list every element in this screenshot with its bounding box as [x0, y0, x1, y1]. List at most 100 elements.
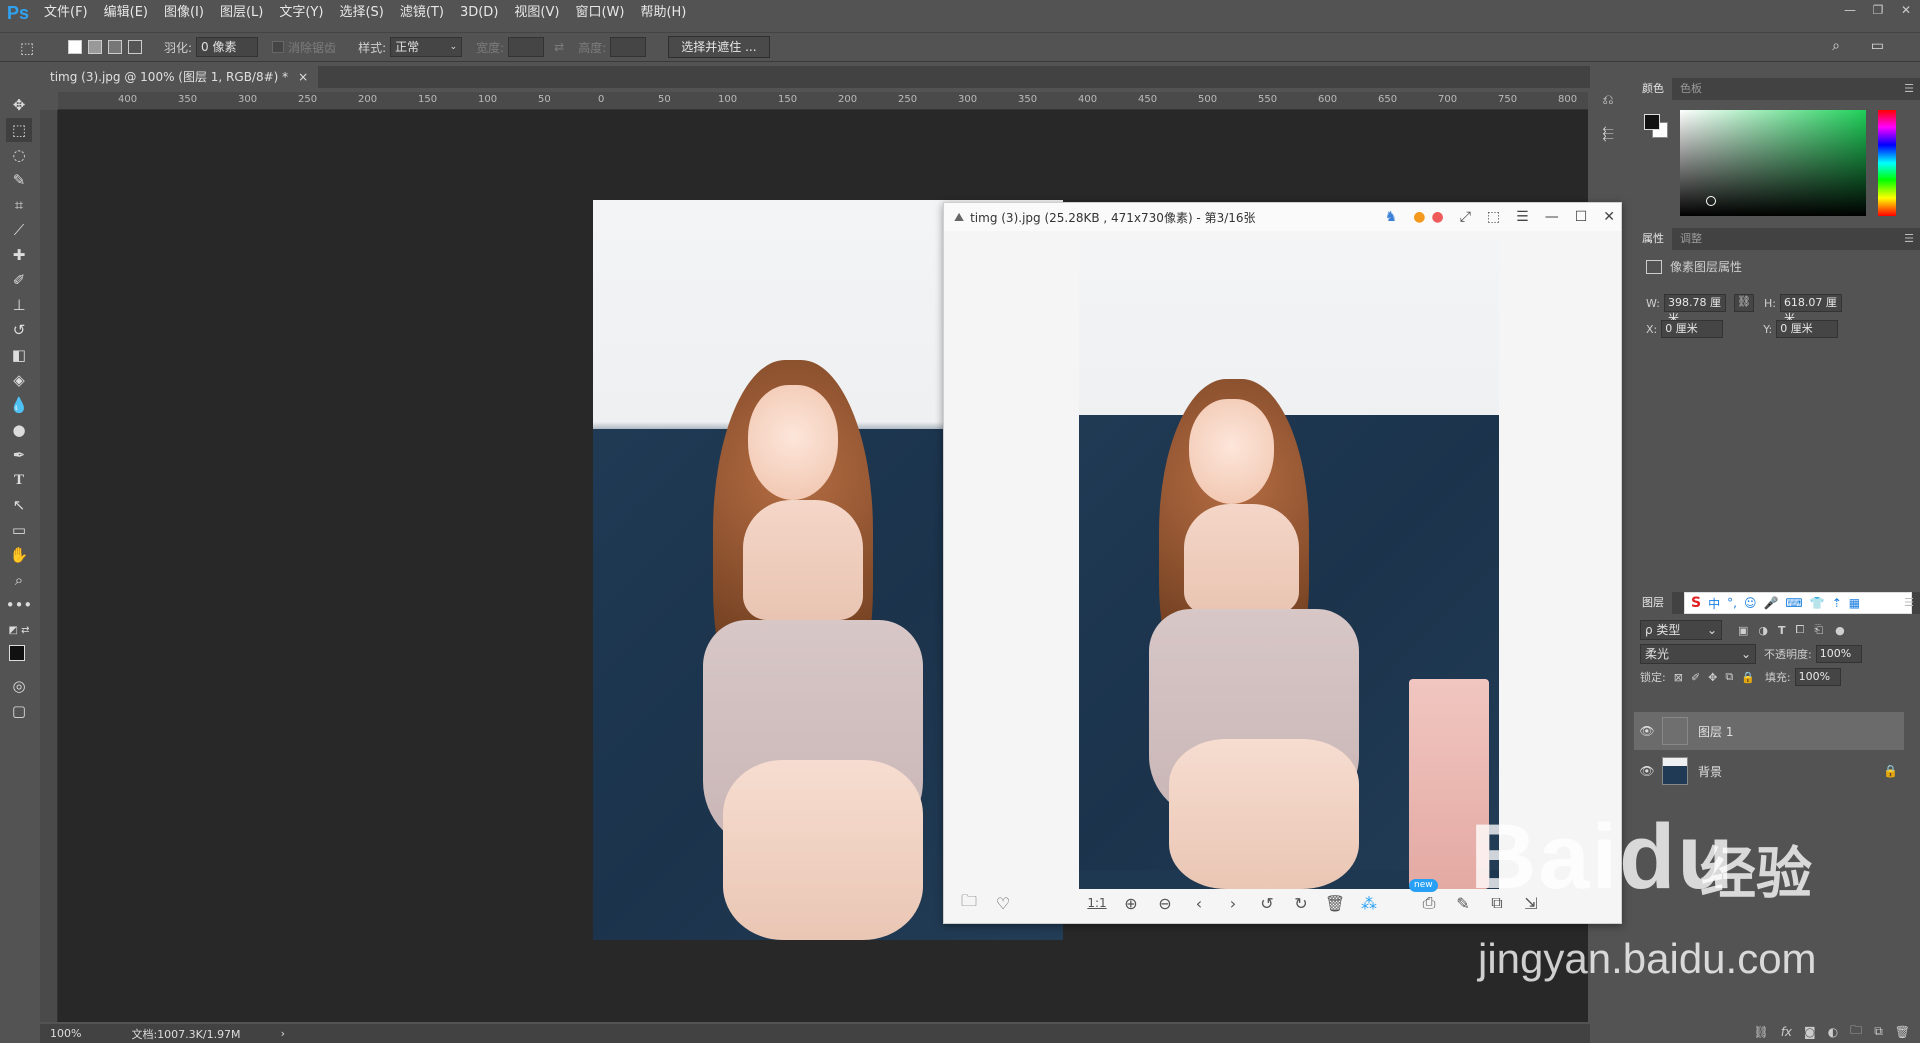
status-arrow-icon[interactable]: › — [281, 1027, 285, 1040]
quick-mask-icon[interactable]: ◎ — [6, 674, 32, 698]
minimize-icon[interactable]: — — [1836, 0, 1864, 20]
eyedropper-tool-icon[interactable]: ⟋ — [6, 218, 32, 242]
opacity-input[interactable]: 100% — [1815, 645, 1862, 663]
width-input[interactable] — [508, 37, 545, 57]
foreground-color-swatch[interactable] — [9, 645, 25, 661]
x-input[interactable]: 0 厘米 — [1661, 320, 1724, 338]
paint-bucket-tool-icon[interactable]: ◈ — [6, 368, 32, 392]
tool-badge-icon[interactable]: ● — [1413, 209, 1425, 225]
zoom-in-icon[interactable]: ⊕ — [1114, 894, 1148, 913]
viewer-minimize-icon[interactable]: — — [1545, 209, 1559, 225]
history-panel-icon[interactable]: ⎌ — [1596, 88, 1620, 112]
lock-pixels-icon[interactable]: ✐ — [1691, 671, 1700, 684]
tab-layers[interactable]: 图层 — [1634, 592, 1672, 614]
apps-icon[interactable]: ⁂ — [1352, 894, 1386, 913]
default-colors-icon[interactable]: ◩ ⇄ — [6, 618, 32, 642]
print-icon[interactable]: ⎙ — [1412, 893, 1446, 913]
ime-keyboard-icon[interactable]: ⌨ — [1785, 596, 1802, 610]
add-mask-icon[interactable]: ◙ — [1804, 1025, 1816, 1039]
eraser-tool-icon[interactable]: ◧ — [6, 343, 32, 367]
feather-input[interactable]: 0 像素 — [196, 37, 259, 57]
fullscreen-icon[interactable]: ⤢ — [1460, 209, 1471, 225]
rotate-right-icon[interactable]: ↻ — [1284, 894, 1318, 913]
fx-icon[interactable]: fx — [1781, 1025, 1792, 1039]
hue-slider[interactable] — [1878, 110, 1896, 216]
zoom-out-icon[interactable]: ⊖ — [1148, 894, 1182, 913]
open-folder-icon[interactable]: 🗀 — [952, 890, 986, 917]
rotate-left-icon[interactable]: ↺ — [1250, 894, 1284, 913]
ime-skin-icon[interactable]: 👕 — [1810, 596, 1825, 610]
subtract-selection-icon[interactable] — [108, 40, 122, 54]
tab-properties[interactable]: 属性 — [1634, 228, 1672, 250]
filter-pixel-icon[interactable]: ▣ — [1738, 624, 1748, 637]
menu-layer[interactable]: 图层(L) — [212, 0, 271, 26]
height-input[interactable] — [610, 37, 647, 57]
menu-view[interactable]: 视图(V) — [506, 0, 567, 26]
intersect-selection-icon[interactable] — [128, 40, 142, 54]
pen-tool-icon[interactable]: ✒ — [6, 443, 32, 467]
color-fg-swatch[interactable] — [1644, 114, 1660, 130]
previous-icon[interactable]: ‹ — [1182, 894, 1216, 913]
close-icon[interactable]: ✕ — [1892, 0, 1920, 20]
adjustment-layer-icon[interactable]: ◐ — [1828, 1025, 1838, 1039]
ime-upload-icon[interactable]: ⇡ — [1832, 596, 1842, 610]
lock-all-icon[interactable]: 🔒 — [1741, 671, 1755, 684]
crop-tool-icon[interactable]: ⌗ — [6, 193, 32, 217]
menu-image[interactable]: 图像(I) — [156, 0, 212, 26]
menu-help[interactable]: 帮助(H) — [632, 0, 694, 26]
swap-icon[interactable]: ⇄ — [554, 40, 564, 54]
rectangle-tool-icon[interactable]: ▭ — [6, 518, 32, 542]
zoom-level[interactable]: 100% — [50, 1027, 81, 1040]
viewer-close-icon[interactable]: ✕ — [1603, 209, 1615, 225]
ime-emoji-icon[interactable]: ☺ — [1744, 596, 1757, 610]
new-layer-icon[interactable]: ⧉ — [1874, 1024, 1883, 1039]
ime-chinese-mode[interactable]: 中 — [1708, 595, 1720, 612]
next-icon[interactable]: › — [1216, 894, 1250, 913]
tab-swatches[interactable]: 色板 — [1672, 78, 1710, 100]
history-brush-tool-icon[interactable]: ↺ — [6, 318, 32, 342]
more-tools-icon[interactable]: ••• — [6, 593, 33, 617]
lock-position-icon[interactable]: ✥ — [1708, 671, 1717, 684]
link-icon[interactable]: ⛓ — [1733, 294, 1754, 312]
antialias-checkbox[interactable] — [272, 41, 285, 53]
menu-type[interactable]: 文字(Y) — [271, 0, 331, 26]
favorite-icon[interactable]: ♡ — [986, 894, 1020, 913]
fill-input[interactable]: 100% — [1794, 668, 1841, 686]
visibility-eye-icon[interactable]: 👁 — [1634, 764, 1660, 778]
y-input[interactable]: 0 厘米 — [1776, 320, 1839, 338]
workspace-icon[interactable]: ▭ — [1871, 38, 1884, 54]
brush-tool-icon[interactable]: ✐ — [6, 268, 32, 292]
menu-3d[interactable]: 3D(D) — [452, 0, 506, 26]
delete-layer-icon[interactable]: 🗑 — [1895, 1025, 1910, 1039]
color-picker-field[interactable] — [1680, 110, 1866, 216]
menu-file[interactable]: 文件(F) — [36, 0, 96, 26]
zoom-tool-icon[interactable]: ⌕ — [6, 568, 32, 592]
move-tool-icon[interactable]: ✥ — [6, 93, 32, 117]
filter-shape-icon[interactable]: ⧠ — [1796, 623, 1805, 637]
new-group-icon[interactable]: 🗀 — [1850, 1021, 1862, 1042]
lock-transparent-icon[interactable]: ⊠ — [1674, 671, 1683, 684]
color-swatches[interactable] — [6, 643, 32, 673]
link-layers-icon[interactable]: ⛓ — [1753, 1025, 1768, 1039]
lasso-tool-icon[interactable]: ◌ — [6, 143, 32, 167]
lock-artboard-icon[interactable]: ⧉ — [1725, 670, 1733, 684]
actual-size-button[interactable]: 1:1 — [1080, 896, 1114, 910]
new-selection-icon[interactable] — [68, 40, 82, 54]
menu-window[interactable]: 窗口(W) — [567, 0, 632, 26]
menu-edit[interactable]: 编辑(E) — [96, 0, 156, 26]
filter-smart-icon[interactable]: ⎗ — [1814, 623, 1823, 637]
clone-stamp-tool-icon[interactable]: ⊥ — [6, 293, 32, 317]
add-selection-icon[interactable] — [88, 40, 102, 54]
layer-row[interactable]: 👁 图层 1 — [1634, 712, 1904, 750]
libraries-panel-icon[interactable]: ⬱ — [1596, 122, 1620, 146]
close-tab-icon[interactable]: × — [298, 66, 308, 88]
filter-adjust-icon[interactable]: ◑ — [1758, 624, 1768, 637]
healing-brush-tool-icon[interactable]: ✚ — [6, 243, 32, 267]
ime-menu-icon[interactable]: ▦ — [1849, 596, 1860, 610]
type-tool-icon[interactable]: T — [6, 468, 32, 492]
viewer-maximize-icon[interactable]: ☐ — [1575, 209, 1588, 225]
menu-filter[interactable]: 滤镜(T) — [392, 0, 452, 26]
restore-icon[interactable]: ❐ — [1864, 0, 1892, 20]
color-picker-cursor[interactable] — [1706, 196, 1716, 206]
tab-adjustments[interactable]: 调整 — [1672, 228, 1710, 250]
